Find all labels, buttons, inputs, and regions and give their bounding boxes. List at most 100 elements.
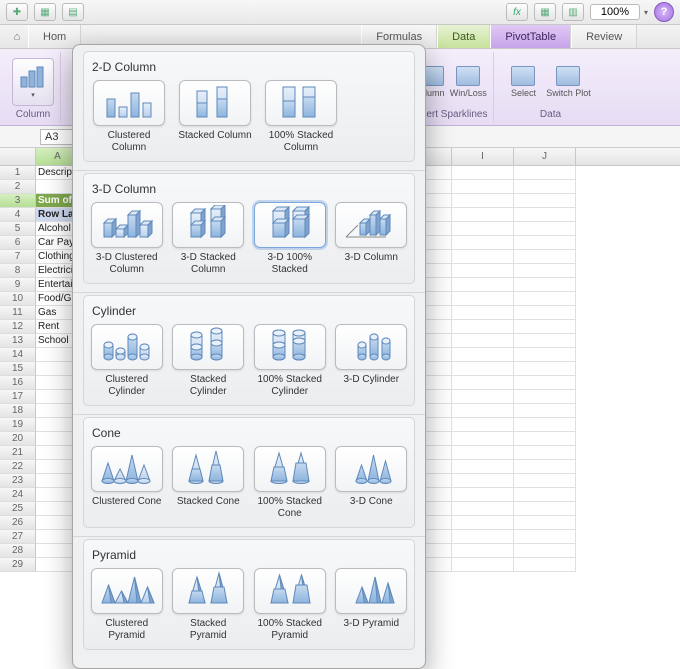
row-header[interactable]: 2 (0, 180, 36, 194)
cell[interactable] (452, 194, 514, 208)
cell[interactable] (514, 250, 576, 264)
tab-data[interactable]: Data (437, 25, 490, 48)
cell[interactable] (514, 320, 576, 334)
cell[interactable] (452, 474, 514, 488)
cell[interactable] (452, 446, 514, 460)
cell[interactable] (452, 418, 514, 432)
chart-type-button[interactable] (172, 446, 244, 492)
cell[interactable] (452, 460, 514, 474)
row-header[interactable]: 15 (0, 362, 36, 376)
cell[interactable] (452, 558, 514, 572)
row-header[interactable]: 18 (0, 404, 36, 418)
fx-button[interactable]: fx (506, 3, 528, 21)
qat-button-6[interactable]: ▥ (562, 3, 584, 21)
row-header[interactable]: 21 (0, 446, 36, 460)
cell[interactable] (514, 180, 576, 194)
select-button[interactable]: Select (508, 65, 538, 99)
cell[interactable] (514, 404, 576, 418)
chart-type-button[interactable] (91, 324, 163, 370)
chart-type-button[interactable] (265, 80, 337, 126)
cell[interactable] (452, 488, 514, 502)
cell[interactable] (452, 250, 514, 264)
zoom-input[interactable] (590, 4, 640, 20)
cell[interactable] (514, 208, 576, 222)
row-header[interactable]: 8 (0, 264, 36, 278)
cell[interactable] (452, 292, 514, 306)
tab-home[interactable]: Hom (28, 25, 81, 48)
cell[interactable] (514, 432, 576, 446)
qat-button-3[interactable]: ▤ (62, 3, 84, 21)
cell[interactable] (452, 180, 514, 194)
column-header[interactable]: I (452, 148, 514, 165)
save-button[interactable]: ✚ (6, 3, 28, 21)
row-header[interactable]: 5 (0, 222, 36, 236)
cell[interactable] (452, 166, 514, 180)
cell[interactable] (452, 404, 514, 418)
chart-type-button[interactable] (335, 202, 407, 248)
cell[interactable] (452, 222, 514, 236)
row-header[interactable]: 11 (0, 306, 36, 320)
cell[interactable] (514, 222, 576, 236)
cell[interactable] (514, 264, 576, 278)
row-header[interactable]: 12 (0, 320, 36, 334)
tab-pivottable[interactable]: PivotTable (490, 25, 571, 48)
row-header[interactable]: 6 (0, 236, 36, 250)
chart-type-button[interactable] (172, 568, 244, 614)
cell[interactable] (452, 334, 514, 348)
row-header[interactable]: 10 (0, 292, 36, 306)
chart-type-button[interactable] (254, 446, 326, 492)
cell[interactable] (514, 376, 576, 390)
qat-button-2[interactable]: ▦ (34, 3, 56, 21)
zoom-control[interactable]: ▾ (590, 4, 648, 20)
cell[interactable] (514, 348, 576, 362)
cell[interactable] (514, 236, 576, 250)
select-all-corner[interactable] (0, 148, 36, 165)
cell[interactable] (514, 530, 576, 544)
row-header[interactable]: 23 (0, 474, 36, 488)
cell[interactable] (514, 558, 576, 572)
chart-type-button[interactable] (335, 324, 407, 370)
cell[interactable] (452, 516, 514, 530)
row-header[interactable]: 13 (0, 334, 36, 348)
cell[interactable] (514, 544, 576, 558)
cell[interactable] (452, 362, 514, 376)
row-header[interactable]: 19 (0, 418, 36, 432)
column-chart-button[interactable]: ▾ (12, 58, 54, 106)
cell[interactable] (452, 320, 514, 334)
cell[interactable] (514, 516, 576, 530)
chart-type-button[interactable] (91, 446, 163, 492)
column-header[interactable]: J (514, 148, 576, 165)
cell[interactable] (514, 292, 576, 306)
qat-button-5[interactable]: ▦ (534, 3, 556, 21)
cell[interactable] (452, 530, 514, 544)
chart-type-button[interactable] (254, 324, 326, 370)
row-header[interactable]: 20 (0, 432, 36, 446)
row-header[interactable]: 1 (0, 166, 36, 180)
chart-type-button[interactable] (91, 568, 163, 614)
row-header[interactable]: 27 (0, 530, 36, 544)
row-header[interactable]: 3 (0, 194, 36, 208)
tab-review[interactable]: Review (571, 25, 637, 48)
row-header[interactable]: 28 (0, 544, 36, 558)
sparkline-winloss-button[interactable]: Win/Loss (453, 65, 483, 99)
cell[interactable] (452, 306, 514, 320)
cell[interactable] (452, 236, 514, 250)
chart-type-button[interactable] (335, 446, 407, 492)
cell[interactable] (452, 432, 514, 446)
cell[interactable] (514, 194, 576, 208)
chart-type-button[interactable] (335, 568, 407, 614)
row-header[interactable]: 4 (0, 208, 36, 222)
cell[interactable] (514, 418, 576, 432)
chart-type-button[interactable] (172, 324, 244, 370)
row-header[interactable]: 29 (0, 558, 36, 572)
cell[interactable] (514, 488, 576, 502)
cell[interactable] (514, 362, 576, 376)
switch-plot-button[interactable]: Switch Plot (544, 65, 592, 99)
cell[interactable] (514, 390, 576, 404)
dropdown-icon[interactable]: ▾ (644, 8, 648, 17)
cell[interactable] (514, 502, 576, 516)
chart-type-button[interactable] (254, 568, 326, 614)
row-header[interactable]: 17 (0, 390, 36, 404)
row-header[interactable]: 14 (0, 348, 36, 362)
chart-type-button[interactable] (179, 80, 251, 126)
